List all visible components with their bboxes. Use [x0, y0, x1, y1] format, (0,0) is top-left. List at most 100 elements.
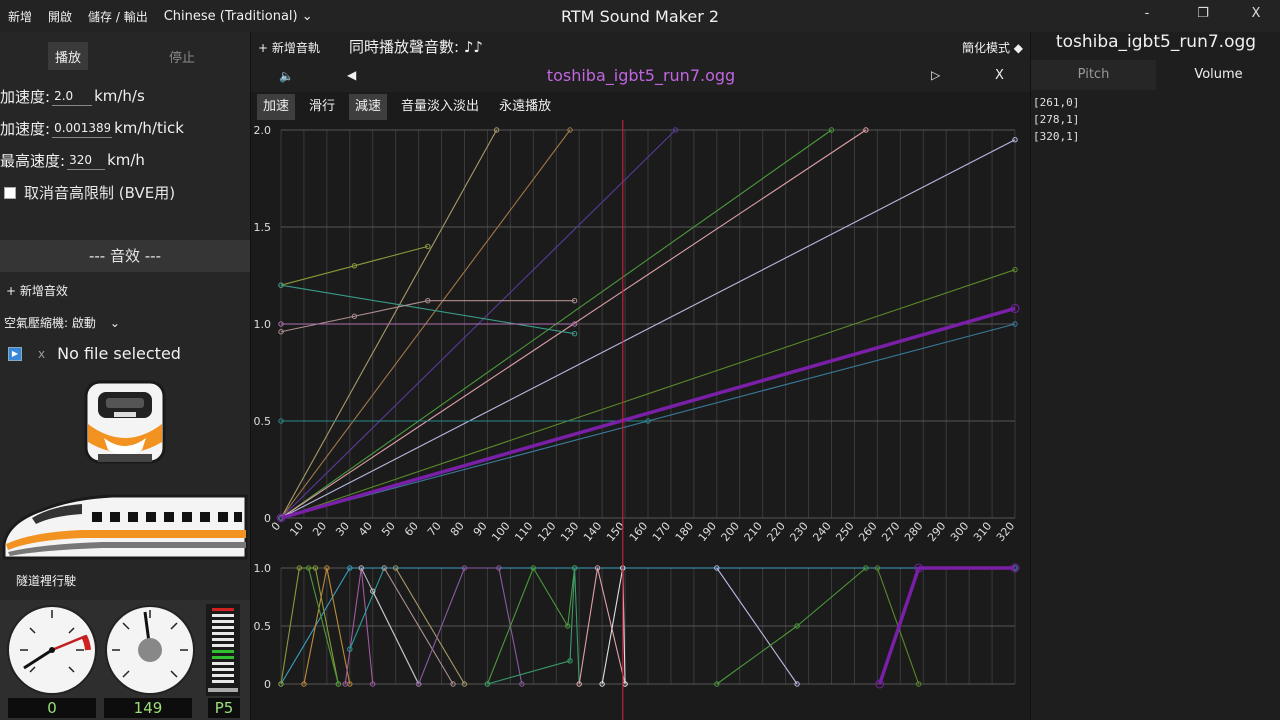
y-tick-label: 1.5	[254, 221, 272, 234]
language-select[interactable]: Chinese (Traditional) ⌄	[156, 9, 321, 24]
notch-readout: P5	[208, 698, 240, 718]
x-tick-label: 190	[696, 520, 719, 544]
left-panel: 播放 停止 加速度: km/h/s 加速度: km/h/tick 最高速度: k…	[0, 32, 250, 720]
y-tick-label: 0.5	[254, 620, 272, 633]
point-item[interactable]: [261,0]	[1033, 94, 1079, 111]
x-tick-label: 160	[627, 520, 650, 544]
x-tick-label: 280	[902, 520, 925, 544]
no-file-label: No file selected	[57, 344, 181, 363]
chevron-down-icon: ⌄	[301, 8, 313, 24]
tab-volume-fade[interactable]: 音量淡入淡出	[395, 94, 485, 120]
speed-readout: 149	[104, 698, 192, 718]
curve-tabs: Pitch Volume	[1031, 60, 1280, 90]
sfx-select-label: 空氣壓縮機: 啟動	[4, 316, 96, 330]
accel-gauge-icon	[7, 605, 97, 695]
close-window-button[interactable]: X	[1241, 6, 1271, 21]
notch-meter-icon	[206, 604, 240, 696]
maximize-button[interactable]: ❐	[1188, 6, 1218, 21]
series-line	[280, 300, 575, 333]
track-file-bar: 🔈 ◀ toshiba_igbt5_run7.ogg ▷ X	[251, 60, 1031, 92]
right-panel: toshiba_igbt5_run7.ogg Pitch Volume [261…	[1030, 32, 1280, 720]
x-tick-label: 100	[489, 520, 512, 544]
y-tick-label: 1.0	[254, 318, 272, 331]
x-tick-label: 130	[558, 520, 581, 544]
close-track-button[interactable]: X	[995, 68, 1004, 83]
selected-file-title: toshiba_igbt5_run7.ogg	[1055, 32, 1257, 52]
y-tick-label: 1.0	[254, 562, 272, 575]
x-tick-label: 120	[535, 520, 558, 544]
x-tick-label: 180	[673, 520, 696, 544]
accel-tick-label: 加速度:	[0, 119, 51, 138]
title-bar: 新增 開啟 儲存 / 輸出 Chinese (Traditional) ⌄ RT…	[0, 0, 1280, 32]
series-line	[280, 284, 575, 335]
series-line	[280, 245, 428, 286]
x-tick-label: 70	[425, 520, 444, 539]
language-select-label: Chinese (Traditional)	[163, 8, 298, 24]
train-front-icon	[84, 380, 166, 464]
y-tick-label: 2.0	[254, 124, 272, 137]
gauge-panel: 0 149 P5	[0, 600, 250, 720]
x-tick-label: 200	[719, 520, 742, 544]
menu-new[interactable]: 新增	[0, 8, 40, 25]
point-item[interactable]: [320,1]	[1033, 128, 1079, 145]
x-tick-label: 310	[971, 520, 994, 544]
accel-input[interactable]	[52, 86, 93, 106]
chevron-down-icon: ⌄	[109, 315, 120, 330]
play-file-icon[interactable]: ▶	[8, 346, 22, 361]
max-speed-row: 最高速度: km/h	[0, 148, 145, 172]
volume-chart[interactable]: 0 0.5 1.0	[251, 556, 1031, 720]
y-tick-label: 0.5	[254, 415, 272, 428]
x-tick-label: 40	[356, 520, 375, 539]
point-item[interactable]: [278,1]	[1033, 111, 1079, 128]
tab-always-play[interactable]: 永遠播放	[493, 94, 557, 120]
x-tick-label: 50	[379, 520, 398, 539]
point-list: [261,0] [278,1] [320,1]	[1033, 94, 1079, 145]
accel-tick-input[interactable]	[52, 118, 113, 138]
speaker-icon[interactable]: 🔈	[279, 69, 294, 83]
tab-volume[interactable]: Volume	[1156, 60, 1280, 90]
play-button[interactable]: 播放	[48, 42, 88, 70]
x-tick-label: 140	[581, 520, 604, 544]
speed-gauge-icon	[105, 605, 195, 695]
menu-bar: 新增 開啟 儲存 / 輸出 Chinese (Traditional) ⌄	[0, 0, 321, 32]
mode-tabs: 加速 滑行 減速 音量淡入淡出 永遠播放	[257, 94, 565, 120]
x-tick-label: 110	[512, 520, 535, 544]
tab-accelerate[interactable]: 加速	[257, 94, 296, 120]
x-tick-label: 30	[333, 520, 352, 539]
menu-save-export[interactable]: 儲存 / 輸出	[80, 8, 156, 25]
editor-panel: + 新增音軌 同時播放聲音數: ♪♪ 簡化模式 ◆ 🔈 ◀ toshiba_ig…	[250, 32, 1031, 720]
x-tick-label: 150	[604, 520, 627, 544]
app-window: 新增 開啟 儲存 / 輸出 Chinese (Traditional) ⌄ RT…	[0, 0, 1280, 720]
next-track-button[interactable]: ▷	[931, 68, 940, 82]
stop-button[interactable]: 停止	[162, 42, 202, 70]
tab-decelerate[interactable]: 減速	[349, 94, 388, 120]
x-tick-label: 10	[287, 520, 306, 539]
x-tick-label: 240	[810, 520, 833, 544]
x-tick-label: 230	[787, 520, 810, 544]
x-tick-label: 290	[925, 520, 948, 544]
accel-tick-row: 加速度: km/h/tick	[0, 116, 184, 140]
add-sfx-button[interactable]: + 新增音效	[6, 282, 68, 299]
pitch-limit-checkbox[interactable]	[4, 186, 16, 199]
track-file-title: toshiba_igbt5_run7.ogg	[546, 66, 736, 85]
add-track-button[interactable]: + 新增音軌	[258, 39, 320, 56]
pitch-chart[interactable]: 00.51.01.52.00 10 20 30 40 50 60 70 80 90 100 110 12…	[251, 120, 1031, 556]
track-toolbar: + 新增音軌 同時播放聲音數: ♪♪ 簡化模式 ◆	[251, 32, 1031, 60]
simple-mode-toggle[interactable]: 簡化模式 ◆	[962, 39, 1023, 56]
accel-row: 加速度: km/h/s	[0, 84, 145, 108]
train-side-icon	[2, 494, 248, 560]
tunnel-label: 隧道裡行駛	[16, 574, 77, 588]
max-speed-input[interactable]	[67, 150, 106, 170]
sfx-header: --- 音效 ---	[0, 240, 250, 272]
x-tick-label: 320	[994, 520, 1017, 544]
remove-file-button[interactable]: x	[38, 347, 45, 361]
tab-coast[interactable]: 滑行	[303, 94, 341, 120]
tab-pitch[interactable]: Pitch	[1031, 60, 1156, 90]
x-tick-label: 210	[742, 520, 765, 544]
sfx-select[interactable]: 空氣壓縮機: 啟動 ⌄	[4, 314, 120, 331]
prev-track-button[interactable]: ◀	[347, 68, 356, 82]
accel-readout: 0	[8, 698, 96, 718]
x-tick-label: 170	[650, 520, 673, 544]
minimize-button[interactable]: -	[1132, 6, 1162, 21]
menu-open[interactable]: 開啟	[40, 8, 80, 25]
